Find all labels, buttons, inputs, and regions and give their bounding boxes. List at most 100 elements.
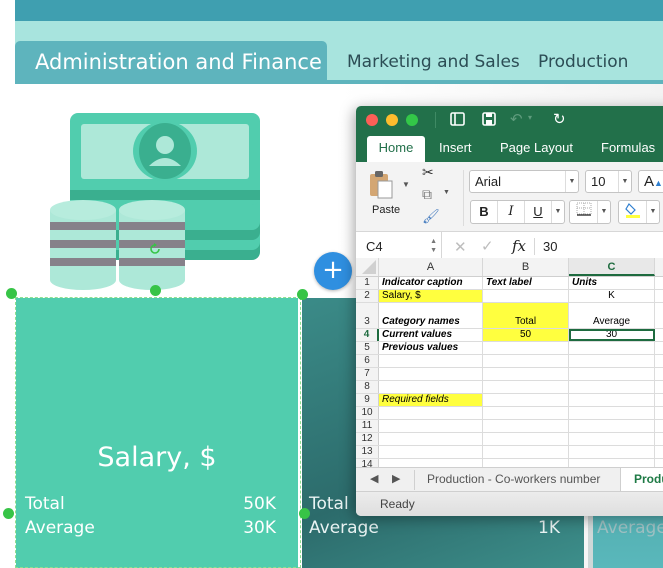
cell-d10[interactable] bbox=[655, 407, 663, 419]
cell-b12[interactable] bbox=[483, 433, 569, 445]
cell-a4[interactable]: Current values bbox=[379, 329, 483, 341]
cell-b10[interactable] bbox=[483, 407, 569, 419]
cell-d12[interactable] bbox=[655, 433, 663, 445]
cell-a13[interactable] bbox=[379, 446, 483, 458]
formula-input[interactable]: 30 bbox=[543, 239, 557, 254]
sheet-tab-co-workers-number[interactable]: Production - Co-workers number bbox=[427, 472, 600, 486]
cell-a10[interactable] bbox=[379, 407, 483, 419]
row-header[interactable]: 1 bbox=[356, 277, 379, 289]
cell-d13[interactable] bbox=[655, 446, 663, 458]
cell-b6[interactable] bbox=[483, 355, 569, 367]
cell-a3[interactable]: Category names bbox=[379, 303, 483, 328]
cell-a7[interactable] bbox=[379, 368, 483, 380]
add-button[interactable]: + bbox=[314, 252, 352, 290]
resize-handle-middle-right[interactable] bbox=[299, 508, 310, 519]
borders-button[interactable] bbox=[570, 201, 598, 223]
undo-icon[interactable]: ↶ bbox=[510, 110, 523, 128]
row-header[interactable]: 13 bbox=[356, 446, 379, 458]
redo-icon[interactable]: ↻ bbox=[553, 110, 566, 128]
cell-d2[interactable] bbox=[655, 290, 663, 302]
cell-b4[interactable]: 50 bbox=[483, 329, 569, 341]
rotate-icon[interactable] bbox=[148, 242, 162, 256]
column-header-c[interactable]: C bbox=[569, 258, 655, 276]
fill-color-dropdown-caret[interactable]: ▼ bbox=[647, 201, 659, 223]
column-header-d[interactable] bbox=[655, 258, 663, 276]
sheet-tab-active[interactable]: Produ bbox=[620, 468, 663, 492]
row-header[interactable]: 4 bbox=[356, 329, 379, 341]
resize-handle-top-right[interactable] bbox=[297, 289, 308, 300]
ribbon-tab-insert[interactable]: Insert bbox=[439, 136, 472, 162]
row-header[interactable]: 12 bbox=[356, 433, 379, 445]
cell-c9[interactable] bbox=[569, 394, 655, 406]
paste-label[interactable]: Paste bbox=[372, 204, 400, 216]
cell-b13[interactable] bbox=[483, 446, 569, 458]
cell-c13[interactable] bbox=[569, 446, 655, 458]
save-icon[interactable] bbox=[482, 112, 496, 126]
paste-dropdown-caret[interactable]: ▼ bbox=[402, 180, 410, 189]
resize-handle-top-left[interactable] bbox=[6, 288, 17, 299]
tab-marketing-and-sales[interactable]: Marketing and Sales bbox=[347, 41, 520, 84]
cell-d4[interactable] bbox=[655, 329, 663, 341]
fill-color-button[interactable] bbox=[619, 201, 647, 223]
previous-sheet-icon[interactable]: ◀ bbox=[370, 472, 378, 485]
increase-font-size-button[interactable]: A▲ bbox=[638, 170, 663, 193]
cell-c11[interactable] bbox=[569, 420, 655, 432]
cell-b2[interactable] bbox=[483, 290, 569, 302]
undo-dropdown-caret[interactable]: ▾ bbox=[528, 113, 532, 122]
name-box-stepper-icon[interactable]: ▲ ▼ bbox=[430, 237, 437, 255]
cell-b3[interactable]: Total bbox=[483, 303, 569, 328]
cell-b11[interactable] bbox=[483, 420, 569, 432]
copy-icon[interactable]: ⧉ bbox=[422, 186, 432, 203]
resize-handle-top-center[interactable] bbox=[150, 285, 161, 296]
ribbon-tab-page-layout[interactable]: Page Layout bbox=[500, 136, 573, 162]
cell-a12[interactable] bbox=[379, 433, 483, 445]
row-header[interactable]: 6 bbox=[356, 355, 379, 367]
cell-a11[interactable] bbox=[379, 420, 483, 432]
bold-button[interactable]: B bbox=[471, 201, 498, 223]
resize-handle-middle-left[interactable] bbox=[3, 508, 14, 519]
row-header[interactable]: 10 bbox=[356, 407, 379, 419]
ribbon-tab-home[interactable]: Home bbox=[367, 136, 425, 162]
cut-icon[interactable]: ✂ bbox=[422, 164, 434, 181]
cell-c5[interactable] bbox=[569, 342, 655, 354]
cell-c3[interactable]: Average bbox=[569, 303, 655, 328]
cell-c7[interactable] bbox=[569, 368, 655, 380]
cell-b9[interactable] bbox=[483, 394, 569, 406]
cell-b1[interactable]: Text label bbox=[483, 277, 569, 289]
cell-c12[interactable] bbox=[569, 433, 655, 445]
cell-a6[interactable] bbox=[379, 355, 483, 367]
font-size-select[interactable]: 10 ▼ bbox=[585, 170, 632, 193]
cell-d9[interactable] bbox=[655, 394, 663, 406]
cancel-icon[interactable]: ✕ bbox=[454, 238, 467, 256]
cell-a1[interactable]: Indicator caption bbox=[379, 277, 483, 289]
tab-production[interactable]: Production bbox=[538, 41, 628, 84]
column-header-b[interactable]: B bbox=[483, 258, 569, 276]
sidebar-toggle-icon[interactable] bbox=[450, 112, 465, 126]
cell-b8[interactable] bbox=[483, 381, 569, 393]
copy-dropdown-caret[interactable]: ▼ bbox=[443, 189, 450, 196]
underline-dropdown-caret[interactable]: ▼ bbox=[552, 201, 564, 223]
next-sheet-icon[interactable]: ▶ bbox=[392, 472, 400, 485]
cell-d11[interactable] bbox=[655, 420, 663, 432]
cell-b5[interactable] bbox=[483, 342, 569, 354]
cell-c6[interactable] bbox=[569, 355, 655, 367]
cell-c2[interactable]: K bbox=[569, 290, 655, 302]
cell-d6[interactable] bbox=[655, 355, 663, 367]
cell-d1[interactable] bbox=[655, 277, 663, 289]
zoom-window-button[interactable] bbox=[406, 114, 418, 126]
cell-c1[interactable]: Units bbox=[569, 277, 655, 289]
confirm-icon[interactable]: ✓ bbox=[481, 237, 494, 255]
close-window-button[interactable] bbox=[366, 114, 378, 126]
borders-dropdown-caret[interactable]: ▼ bbox=[598, 201, 610, 223]
paste-icon[interactable] bbox=[368, 170, 396, 200]
row-header[interactable]: 2 bbox=[356, 290, 379, 302]
cell-c8[interactable] bbox=[569, 381, 655, 393]
font-name-select[interactable]: Arial ▼ bbox=[469, 170, 579, 193]
italic-button[interactable]: I bbox=[498, 201, 525, 223]
cell-c4[interactable]: 30 bbox=[569, 329, 655, 341]
cell-a2[interactable]: Salary, $ bbox=[379, 290, 483, 302]
cell-b7[interactable] bbox=[483, 368, 569, 380]
row-header[interactable]: 3 bbox=[356, 303, 379, 328]
row-header[interactable]: 9 bbox=[356, 394, 379, 406]
column-header-a[interactable]: A bbox=[379, 258, 483, 276]
